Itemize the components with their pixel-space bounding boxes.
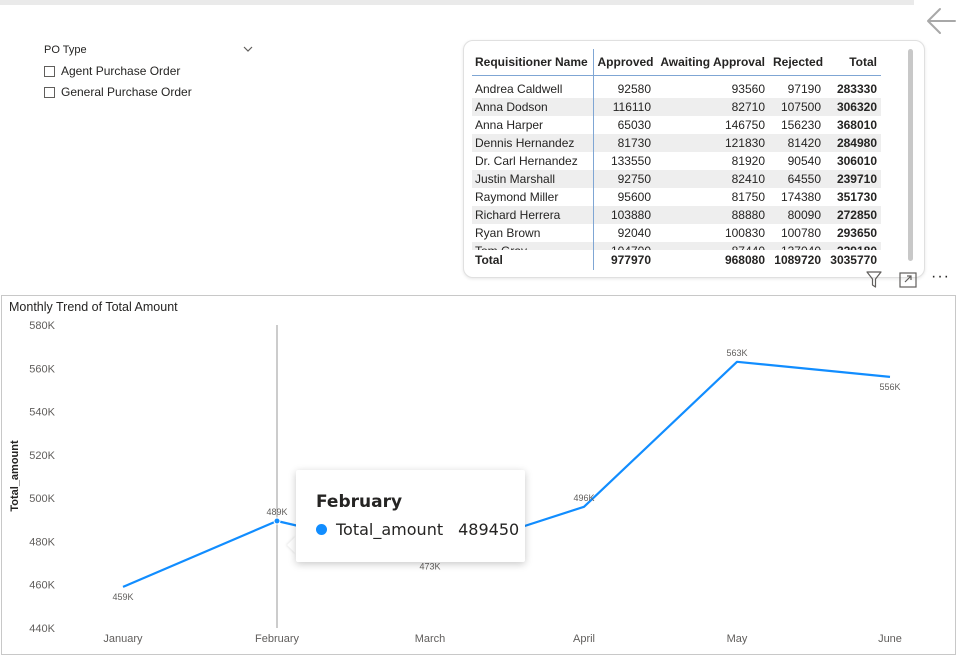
y-axis-title: Total_amount bbox=[9, 440, 21, 512]
x-tick-label: April bbox=[573, 633, 595, 645]
y-tick-label: 460K bbox=[29, 580, 55, 592]
tooltip-row: Total_amount 489450 bbox=[316, 520, 519, 539]
data-point bbox=[736, 360, 739, 363]
data-label: 473K bbox=[419, 562, 440, 572]
y-tick-label: 480K bbox=[29, 536, 55, 548]
y-tick-label: 520K bbox=[29, 450, 55, 462]
data-point bbox=[889, 375, 892, 378]
data-label: 489K bbox=[266, 507, 287, 517]
data-point bbox=[273, 517, 281, 525]
y-tick-label: 560K bbox=[29, 363, 55, 375]
data-label: 459K bbox=[112, 592, 133, 602]
tooltip-pointer bbox=[287, 536, 296, 554]
x-tick-label: March bbox=[415, 633, 446, 645]
data-label: 563K bbox=[726, 348, 747, 358]
x-tick-label: January bbox=[103, 633, 143, 645]
y-tick-label: 440K bbox=[29, 623, 55, 635]
y-tick-label: 500K bbox=[29, 493, 55, 505]
data-label: 496K bbox=[573, 493, 594, 503]
series-color-dot bbox=[316, 524, 327, 535]
data-point bbox=[583, 505, 586, 508]
x-tick-label: May bbox=[727, 633, 748, 645]
chart-tooltip: February Total_amount 489450 bbox=[296, 470, 525, 562]
tooltip-title: February bbox=[316, 492, 403, 512]
x-tick-label: February bbox=[255, 633, 300, 645]
tooltip-series-name: Total_amount bbox=[336, 520, 444, 539]
y-tick-label: 580K bbox=[29, 320, 55, 332]
data-point bbox=[122, 585, 125, 588]
tooltip-value: 489450 bbox=[458, 520, 520, 539]
y-tick-label: 540K bbox=[29, 407, 55, 419]
data-label: 556K bbox=[879, 382, 900, 392]
x-tick-label: June bbox=[878, 633, 902, 645]
